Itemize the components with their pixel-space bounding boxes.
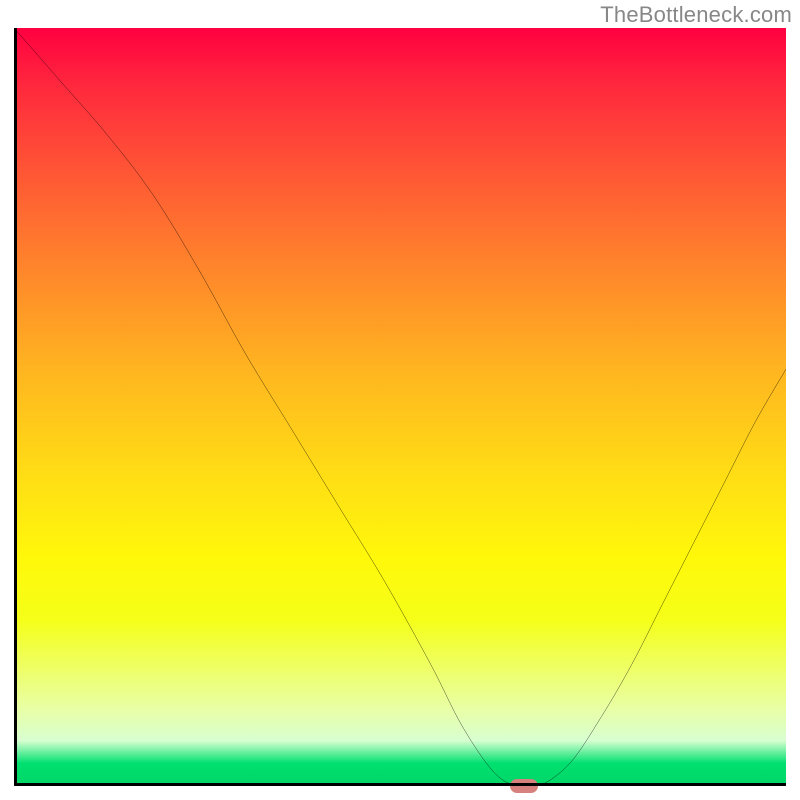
- optimum-marker: [510, 779, 538, 793]
- attribution-text: TheBottleneck.com: [600, 2, 792, 28]
- curve-line: [14, 28, 786, 786]
- chart-container: TheBottleneck.com: [0, 0, 800, 800]
- plot-area: [14, 28, 786, 786]
